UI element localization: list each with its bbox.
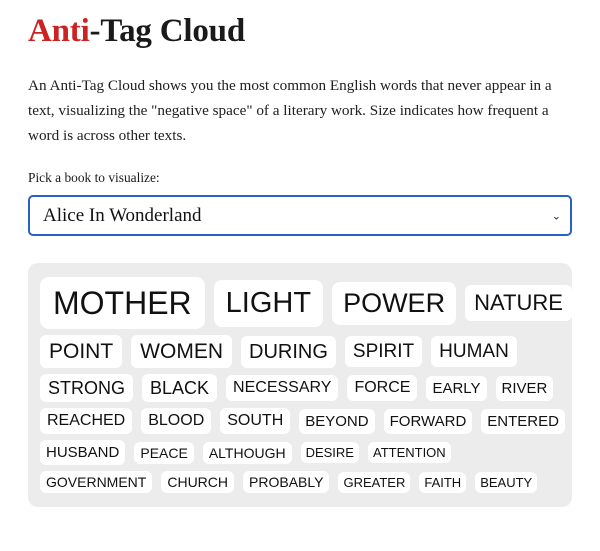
cloud-row: REACHED BLOOD SOUTH BEYOND FORWARD ENTERED xyxy=(40,408,565,435)
word-chip[interactable]: GOVERNMENT xyxy=(40,471,153,494)
cloud-row: GOVERNMENT CHURCH PROBABLY GREATER FAITH BEAU… xyxy=(40,471,560,494)
word-chip[interactable]: WOMEN xyxy=(131,335,232,369)
book-select[interactable]: Alice In Wonderland xyxy=(28,195,572,237)
word-chip[interactable]: DESIRE xyxy=(300,442,359,464)
word-chip[interactable]: BLOOD xyxy=(141,408,212,435)
word-chip[interactable]: BLACK xyxy=(142,374,218,403)
intro-paragraph: An Anti-Tag Cloud shows you the most com… xyxy=(28,77,552,145)
word-chip[interactable]: CHURCH xyxy=(161,471,235,494)
word-chip[interactable]: STRONG xyxy=(40,374,134,403)
word-chip[interactable]: PEACE xyxy=(134,441,194,464)
word-chip[interactable]: ENTERED xyxy=(481,408,565,434)
word-chip[interactable]: REACHED xyxy=(40,408,133,435)
word-chip[interactable]: POWER xyxy=(332,281,457,325)
book-picker-label: Pick a book to visualize: xyxy=(28,170,160,186)
cloud-row: HUSBAND PEACE ALTHOUGH DESIRE ATTENTION xyxy=(40,440,560,466)
word-chip[interactable]: SPIRIT xyxy=(344,336,423,368)
word-chip[interactable]: FORCE xyxy=(347,375,418,402)
word-chip[interactable]: GREATER xyxy=(338,471,411,493)
page-title: Anti-Tag Cloud xyxy=(28,0,572,49)
cloud-row: STRONG BLACK NECESSARY FORCE EARLY RIVER xyxy=(40,374,560,403)
anti-tag-cloud-panel: MOTHER LIGHT POWER NATURE POINT WOMEN DURING SP… xyxy=(28,263,572,508)
word-chip[interactable]: SOUTH xyxy=(220,408,291,435)
page-title-rest: -Tag Cloud xyxy=(89,13,246,49)
word-chip[interactable]: HUSBAND xyxy=(40,440,126,466)
book-picker[interactable]: Alice In Wonderland ⌄ xyxy=(28,195,572,237)
page-root: Anti-Tag Cloud An Anti-Tag Cloud shows y… xyxy=(0,0,600,551)
word-chip[interactable]: PROBABLY xyxy=(243,471,330,494)
word-chip[interactable]: ALTHOUGH xyxy=(202,441,292,464)
word-chip[interactable]: LIGHT xyxy=(213,279,324,327)
word-chip[interactable]: NECESSARY xyxy=(226,375,339,402)
word-chip[interactable]: EARLY xyxy=(426,375,487,401)
word-chip[interactable]: FORWARD xyxy=(383,408,473,434)
cloud-row: POINT WOMEN DURING SPIRIT HUMAN xyxy=(40,335,560,369)
word-chip[interactable]: HUMAN xyxy=(431,336,517,368)
word-chip[interactable]: FAITH xyxy=(419,471,467,493)
word-chip[interactable]: ATTENTION xyxy=(367,442,451,464)
word-chip[interactable]: NATURE xyxy=(465,285,572,322)
page-title-accent: Anti xyxy=(28,13,90,49)
word-chip[interactable]: RIVER xyxy=(495,375,554,401)
word-chip[interactable]: DURING xyxy=(241,335,336,368)
word-chip[interactable]: BEAUTY xyxy=(475,471,538,493)
word-chip[interactable]: MOTHER xyxy=(40,277,205,330)
word-chip[interactable]: BEYOND xyxy=(299,408,375,434)
word-chip[interactable]: POINT xyxy=(40,335,123,369)
cloud-row: MOTHER LIGHT POWER NATURE xyxy=(40,277,572,330)
